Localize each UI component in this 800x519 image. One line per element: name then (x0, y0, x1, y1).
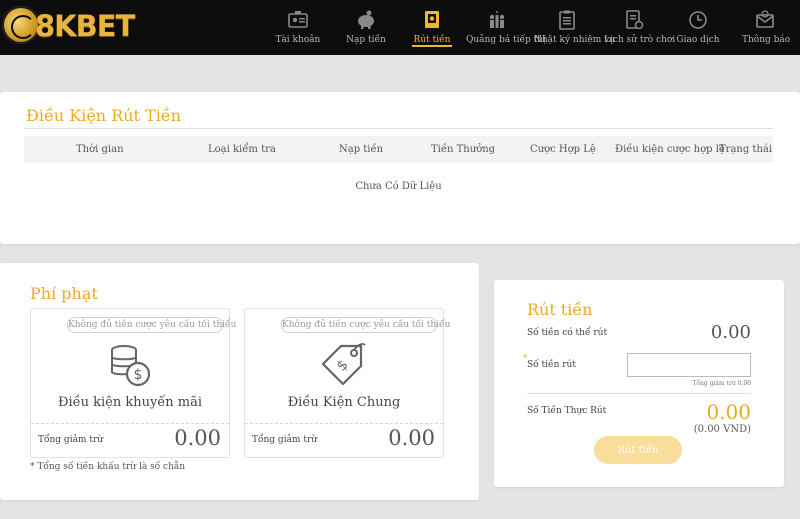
total-deduction-label: Tổng giảm trừ (252, 435, 318, 445)
clipboard-icon (559, 10, 575, 30)
nav-item-label: Tài khoản (275, 35, 321, 45)
divider (527, 393, 751, 394)
column-header: Nạp tiền (339, 144, 384, 155)
total-deduction-label: Tổng giảm trừ (38, 435, 104, 445)
amount-label: Số tiền rút (527, 360, 576, 370)
people-promo-icon (489, 10, 505, 28)
nav-item-game-history[interactable]: Lịch sử trò chơi (604, 0, 676, 55)
empty-state-text: Chưa Có Dữ Liệu (355, 181, 442, 192)
clock-icon (689, 11, 707, 29)
nav-item-label: Quảng bá tiếp thị (466, 35, 546, 45)
top-navbar: 8KBET Tài khoản Nạp tiền Rút tiền Quảng … (0, 0, 800, 55)
general-condition-card: Không đủ tiền cược yêu cầu tối thiểu $ Đ… (244, 308, 450, 458)
column-header: Loại kiểm tra (208, 144, 276, 155)
nav-item-promotion[interactable]: Quảng bá tiếp thị (466, 0, 546, 55)
piggy-bank-icon (358, 10, 374, 29)
penalty-title: Phí phạt (30, 284, 98, 303)
coins-stack-icon: $ (111, 345, 151, 387)
withdraw-form-panel: Rút tiền Số tiền có thể rút 0.00 * Số ti… (494, 280, 784, 487)
nav-item-label: Lịch sử trò chơi (604, 35, 676, 45)
column-header: Tiền Thưởng (431, 144, 496, 155)
logo[interactable]: 8KBET (2, 6, 142, 46)
nav-item-deposit[interactable]: Nạp tiền (338, 0, 394, 55)
conditions-table-header: Thời gian Loại kiểm tra Nạp tiền Tiền Th… (24, 136, 773, 163)
withdraw-conditions-panel: Điều Kiện Rút Tiền Thời gian Loại kiểm t… (0, 92, 800, 244)
nav-item-mission-log[interactable]: Nhật ký nhiệm vụ (534, 0, 615, 55)
nav-item-notifications[interactable]: Thông báo (742, 0, 791, 55)
nav-item-label: Giao dịch (676, 35, 720, 45)
promotion-condition-card: Không đủ tiền cược yêu cầu tối thiểu $ Đ… (30, 308, 236, 458)
logo-text: 8KBET (35, 9, 135, 43)
nav-item-account[interactable]: Tài khoản (270, 0, 326, 55)
withdraw-button[interactable]: Rút tiền (594, 436, 682, 464)
deduction-hint: Tổng giảm trừ 0.00 (692, 380, 751, 387)
column-header: Điều kiện cược hợp lệ (615, 144, 725, 155)
column-header: Cược Hợp Lệ (530, 144, 596, 155)
nav-item-withdraw[interactable]: Rút tiền (412, 0, 452, 55)
main-nav: Tài khoản Nạp tiền Rút tiền Quảng bá tiế… (270, 0, 800, 55)
status-badge: Không đủ tiền cược yêu cầu tối thiểu (67, 317, 236, 333)
penalty-panel: Phí phạt Không đủ tiền cược yêu cầu tối … (0, 263, 479, 500)
total-deduction-value: 0.00 (174, 426, 221, 450)
nav-item-label: Rút tiền (413, 35, 451, 45)
nav-item-label: Nạp tiền (346, 35, 386, 45)
divider (24, 128, 773, 129)
dashed-divider (245, 423, 443, 424)
actual-amount-value: 0.00 (706, 400, 751, 424)
nav-item-transactions[interactable]: Giao dịch (675, 0, 721, 55)
card-title: Điều kiện khuyến mãi (57, 395, 203, 410)
deduction-note: * Tổng số tiền khấu trừ là số chẵn (30, 462, 186, 472)
dashed-divider (31, 423, 229, 424)
svg-text:$: $ (134, 367, 143, 383)
column-header: Trạng thái (719, 144, 773, 155)
mail-icon (756, 10, 774, 28)
atm-withdraw-icon (425, 11, 439, 28)
available-amount-value: 0.00 (710, 322, 751, 343)
money-tag-icon: $ (321, 343, 366, 386)
conditions-title: Điều Kiện Rút Tiền (26, 106, 181, 125)
nav-item-label: Thông báo (742, 35, 791, 45)
actual-amount-label: Số Tiền Thực Rút (527, 406, 607, 416)
actual-amount-vnd: (0.00 VND) (693, 424, 751, 435)
history-doc-icon (626, 10, 644, 30)
available-amount-label: Số tiền có thể rút (527, 328, 608, 338)
card-title: Điều Kiện Chung (287, 395, 401, 410)
total-deduction-value: 0.00 (388, 426, 435, 450)
withdraw-title: Rút tiền (527, 300, 593, 319)
withdraw-amount-input[interactable] (627, 353, 751, 377)
status-badge: Không đủ tiền cược yêu cầu tối thiểu (281, 317, 450, 333)
id-card-icon (288, 11, 308, 28)
column-header: Thời gian (76, 144, 124, 155)
nav-item-label: Nhật ký nhiệm vụ (534, 35, 615, 45)
